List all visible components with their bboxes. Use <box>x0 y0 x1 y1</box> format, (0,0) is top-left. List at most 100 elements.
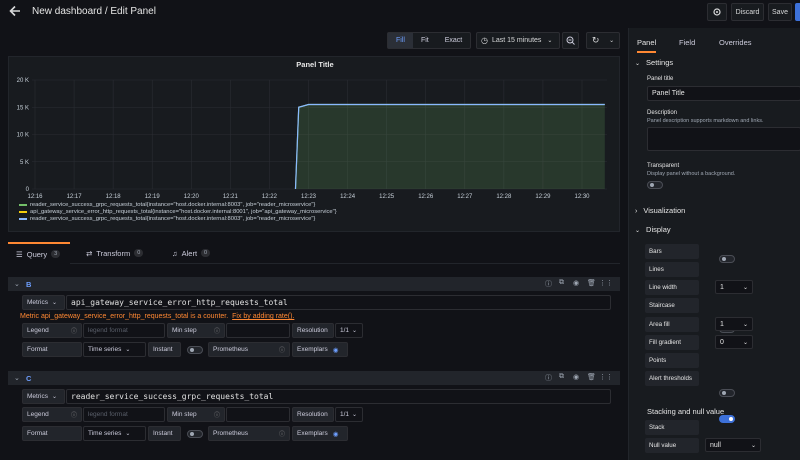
tab-alert[interactable]: ♫ Alert 0 <box>172 242 211 264</box>
x-tick-label: 12:16 <box>27 194 43 200</box>
save-button[interactable]: Save <box>768 3 792 21</box>
display-header-text: Display <box>646 225 671 234</box>
fill-gradient-label: Fill gradient <box>645 335 699 350</box>
line-width-select[interactable]: 1 ⌄ <box>715 280 753 294</box>
instant-toggle[interactable] <box>187 346 203 354</box>
resolution-select[interactable]: 1/1 ⌄ <box>335 323 363 338</box>
resolution-select[interactable]: 1/1 ⌄ <box>335 407 363 422</box>
visualization-section-header[interactable]: › Visualization <box>635 206 685 215</box>
refresh-button[interactable]: ↻ ⌄ <box>586 32 620 49</box>
legend-label: reader_service_success_grpc_requests_tot… <box>30 216 316 222</box>
tab-query[interactable]: ☰ Query 3 <box>8 242 70 264</box>
metrics-input[interactable]: api_gateway_service_error_http_requests_… <box>66 295 611 310</box>
eye-icon[interactable]: ◉ <box>573 373 579 381</box>
back-arrow-icon[interactable] <box>8 4 24 20</box>
view-mode-fill[interactable]: Fill <box>388 33 413 48</box>
legend-item[interactable]: api_gateway_service_error_http_requests_… <box>19 209 337 215</box>
drag-handle-icon[interactable]: ⋮⋮ <box>599 279 613 287</box>
resolution-value: 1/1 <box>340 411 350 418</box>
duplicate-icon[interactable]: ⧉ <box>559 373 564 381</box>
legend-label: Legend ⓘ <box>22 407 82 422</box>
tab-overrides[interactable]: Overrides <box>719 38 752 47</box>
description-label: Description <box>647 110 678 116</box>
eye-icon[interactable]: ◉ <box>333 346 339 354</box>
transparent-toggle[interactable] <box>647 181 663 189</box>
instant-toggle[interactable] <box>187 430 203 438</box>
chevron-down-icon: ⌄ <box>51 300 57 306</box>
help-icon[interactable]: ⓘ <box>545 279 552 289</box>
view-mode-selector: Fill Fit Exact <box>387 32 472 49</box>
query-name: C <box>26 373 32 383</box>
gear-icon[interactable] <box>707 3 727 21</box>
alert-thresholds-toggle[interactable] <box>719 415 735 423</box>
legend-format-input[interactable]: legend format <box>83 407 165 422</box>
trash-icon[interactable]: 🗑 <box>587 279 596 287</box>
legend-item[interactable]: reader_service_success_grpc_requests_tot… <box>19 202 337 208</box>
format-value: Time series <box>88 346 122 353</box>
info-icon[interactable]: ⓘ <box>279 345 285 354</box>
x-tick-label: 12:23 <box>301 194 317 200</box>
stack-label: Stack <box>645 420 699 435</box>
bell-icon: ♫ <box>172 248 178 258</box>
apply-button[interactable] <box>795 3 800 21</box>
chevron-down-icon: ⌄ <box>635 61 641 67</box>
resolution-label: Resolution <box>292 323 334 338</box>
fix-rate-link[interactable]: Fix by adding rate(). <box>232 313 294 320</box>
drag-handle-icon[interactable]: ⋮⋮ <box>599 373 613 381</box>
view-mode-exact[interactable]: Exact <box>437 33 471 48</box>
bars-toggle[interactable] <box>719 255 735 263</box>
graph-panel: Panel Title 20 K 15 K 10 K5 K0 12:16 12:17 1… <box>8 56 620 232</box>
trash-icon[interactable]: 🗑 <box>587 373 596 381</box>
query-name: B <box>26 279 32 289</box>
points-toggle[interactable] <box>719 389 735 397</box>
x-tick-label: 12:19 <box>145 194 161 200</box>
y-tick-label: 15 K <box>17 105 29 111</box>
chevron-down-icon[interactable]: ⌄ <box>14 374 20 382</box>
settings-section-header[interactable]: ⌄ Settings <box>635 58 673 67</box>
chevron-down-icon[interactable]: ⌄ <box>14 280 20 288</box>
panel-title-label: Panel title <box>647 76 674 82</box>
metrics-input[interactable]: reader_service_success_grpc_requests_tot… <box>66 389 611 404</box>
help-icon[interactable]: ⓘ <box>545 373 552 383</box>
legend-label-text: Legend <box>27 411 49 418</box>
x-tick-label: 12:27 <box>457 194 473 200</box>
query-header[interactable]: ⌄ C ⓘ ⧉ ◉ 🗑 ⋮⋮ <box>8 371 620 385</box>
chevron-down-icon: ⌄ <box>352 412 358 418</box>
description-textarea[interactable] <box>647 127 800 151</box>
info-icon[interactable]: ⓘ <box>71 326 77 335</box>
time-range-picker[interactable]: ◷ Last 15 minutes ⌄ <box>476 32 560 49</box>
chevron-down-icon: ⌄ <box>750 442 756 449</box>
tab-field[interactable]: Field <box>679 38 695 47</box>
duplicate-icon[interactable]: ⧉ <box>559 279 564 287</box>
view-mode-fit[interactable]: Fit <box>413 33 437 48</box>
tab-panel[interactable]: Panel <box>637 38 657 53</box>
stacking-section-header: Stacking and null value <box>647 407 725 416</box>
eye-icon[interactable]: ◉ <box>573 279 579 287</box>
info-icon[interactable]: ⓘ <box>71 410 77 419</box>
discard-button[interactable]: Discard <box>731 3 764 21</box>
info-icon[interactable]: ⓘ <box>214 326 220 335</box>
fill-gradient-select[interactable]: 0 ⌄ <box>715 335 753 349</box>
query-header[interactable]: ⌄ B ⓘ ⧉ ◉ 🗑 ⋮⋮ <box>8 277 620 291</box>
tab-transform[interactable]: ⇄ Transform 0 <box>86 242 144 264</box>
metrics-label[interactable]: Metrics ⌄ <box>22 295 65 310</box>
eye-icon[interactable]: ◉ <box>333 430 339 438</box>
format-select[interactable]: Time series ⌄ <box>83 426 146 441</box>
chevron-down-icon: ⌄ <box>352 328 358 334</box>
area-fill-select[interactable]: 1 ⌄ <box>715 317 753 331</box>
x-tick-label: 12:30 <box>574 194 590 200</box>
panel-title-input[interactable]: Panel Title <box>647 86 800 101</box>
info-icon[interactable]: ⓘ <box>214 410 220 419</box>
format-select[interactable]: Time series ⌄ <box>83 342 146 357</box>
legend-item[interactable]: reader_service_success_grpc_requests_tot… <box>19 216 337 222</box>
x-tick-label: 12:24 <box>340 194 356 200</box>
metrics-label[interactable]: Metrics ⌄ <box>22 389 65 404</box>
zoom-out-icon[interactable] <box>562 32 579 49</box>
tab-count: 0 <box>134 249 144 257</box>
min-step-input[interactable] <box>226 407 290 422</box>
info-icon[interactable]: ⓘ <box>279 429 285 438</box>
null-value-select[interactable]: null ⌄ <box>705 438 761 452</box>
display-section-header[interactable]: ⌄ Display <box>635 225 671 234</box>
legend-format-input[interactable]: legend format <box>83 323 165 338</box>
min-step-input[interactable] <box>226 323 290 338</box>
